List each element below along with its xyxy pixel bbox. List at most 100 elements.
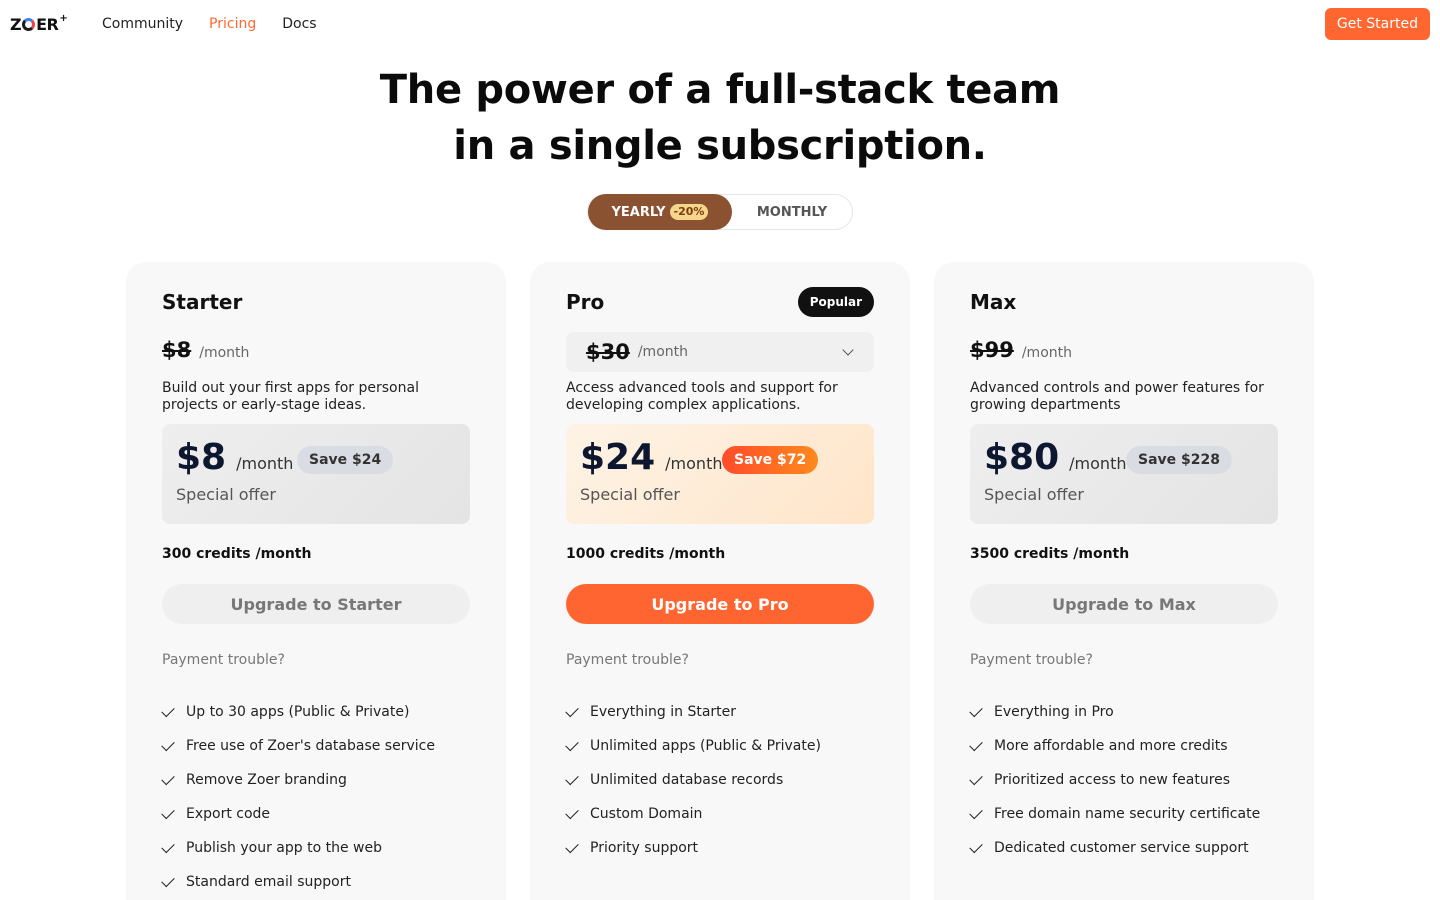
title-line-2: in a single subscription. (453, 123, 987, 169)
nav-docs[interactable]: Docs (282, 14, 316, 34)
feature-item: Priority support (565, 831, 821, 865)
offer-price-period: /month (665, 454, 723, 473)
save-badge: Save $24 (297, 446, 394, 474)
yearly-label: YEARLY (611, 204, 666, 220)
upgrade-pro-button[interactable]: Upgrade to Pro (566, 584, 874, 624)
save-badge: Save $72 (722, 446, 819, 474)
nav-pricing[interactable]: Pricing (209, 14, 256, 34)
monthly-option[interactable]: MONTHLY (732, 195, 852, 229)
original-price-period: /month (1021, 345, 1072, 361)
check-icon (969, 771, 983, 785)
credits-amount: 1000 credits /month (566, 546, 726, 562)
payment-trouble-link[interactable]: Payment trouble? (162, 651, 285, 669)
feature-item: Up to 30 apps (Public & Private) (161, 695, 435, 729)
chevron-down-icon (842, 344, 854, 356)
feature-list: Up to 30 apps (Public & Private) Free us… (161, 695, 435, 899)
upgrade-max-button[interactable]: Upgrade to Max (970, 584, 1278, 624)
offer-price: $24 /month (580, 438, 722, 478)
feature-text: Custom Domain (590, 806, 703, 822)
special-offer-box: $8 /month Save $24 Special offer (162, 424, 470, 524)
feature-item: More affordable and more credits (969, 729, 1260, 763)
check-icon (969, 839, 983, 853)
credits-amount: 3500 credits /month (970, 546, 1130, 562)
plan-description: Advanced controls and power features for… (970, 380, 1264, 413)
check-icon (161, 805, 175, 819)
offer-label: Special offer (176, 485, 276, 504)
original-price-amount: $8 (162, 338, 192, 362)
offer-label: Special offer (580, 485, 680, 504)
original-price-period: /month (637, 344, 688, 360)
original-price-amount: $30 (586, 340, 630, 364)
offer-label: Special offer (984, 485, 1084, 504)
top-nav: Z ER + Community Pricing Docs Get Started (0, 0, 1440, 48)
offer-price-amount: $24 (580, 437, 656, 478)
feature-item: Export code (161, 797, 435, 831)
feature-text: Free domain name security certificate (994, 806, 1261, 822)
feature-text: More affordable and more credits (994, 738, 1228, 754)
check-icon (565, 805, 579, 819)
plan-card-max: Max $99 /month Advanced controls and pow… (934, 262, 1314, 900)
feature-text: Export code (186, 806, 271, 822)
check-icon (565, 839, 579, 853)
check-icon (565, 737, 579, 751)
check-icon (565, 703, 579, 717)
feature-text: Unlimited apps (Public & Private) (590, 738, 821, 754)
plan-name: Max (970, 290, 1017, 314)
plan-name: Pro (566, 290, 605, 314)
feature-list: Everything in Pro More affordable and mo… (969, 695, 1261, 865)
feature-item: Prioritized access to new features (969, 763, 1260, 797)
feature-text: Priority support (590, 840, 699, 856)
feature-text: Unlimited database records (590, 772, 784, 788)
offer-price: $8 /month (176, 438, 293, 478)
feature-text: Remove Zoer branding (186, 772, 347, 788)
plan-description: Build out your first apps for personal p… (162, 380, 419, 413)
original-price-amount: $99 (970, 338, 1014, 362)
check-icon (161, 771, 175, 785)
plan-description: Access advanced tools and support for de… (566, 380, 838, 413)
feature-item: Remove Zoer branding (161, 763, 435, 797)
special-offer-box: $24 /month Save $72 Special offer (566, 424, 874, 524)
feature-item: Unlimited apps (Public & Private) (565, 729, 821, 763)
feature-text: Publish your app to the web (186, 840, 382, 856)
check-icon (969, 737, 983, 751)
main-nav: Community Pricing Docs (102, 14, 317, 34)
check-icon (161, 737, 175, 751)
payment-trouble-link[interactable]: Payment trouble? (566, 651, 689, 669)
page-title: The power of a full-stack team in a sing… (0, 62, 1440, 174)
offer-price: $80 /month (984, 438, 1126, 478)
plan-name: Starter (162, 290, 243, 314)
plan-card-pro: Pro Popular $30 /month Access advanced t… (530, 262, 910, 900)
zoer-logo[interactable]: Z ER + (10, 14, 68, 36)
feature-item: Unlimited database records (565, 763, 821, 797)
offer-price-amount: $8 (176, 437, 227, 478)
original-price-period: /month (199, 345, 250, 361)
nav-community[interactable]: Community (102, 14, 183, 34)
feature-item: Everything in Starter (565, 695, 821, 729)
feature-text: Dedicated customer service support (994, 840, 1249, 856)
feature-item: Custom Domain (565, 797, 821, 831)
feature-text: Everything in Pro (994, 704, 1114, 720)
get-started-button[interactable]: Get Started (1324, 8, 1430, 40)
feature-item: Standard email support (161, 865, 435, 899)
logo-o-icon (22, 18, 36, 31)
feature-text: Up to 30 apps (Public & Private) (186, 704, 410, 720)
special-offer-box: $80 /month Save $228 Special offer (970, 424, 1278, 524)
feature-text: Prioritized access to new features (994, 772, 1231, 788)
feature-text: Everything in Starter (590, 704, 737, 720)
check-icon (161, 873, 175, 887)
feature-item: Dedicated customer service support (969, 831, 1260, 865)
check-icon (969, 805, 983, 819)
logo-plus-icon: + (59, 13, 68, 24)
feature-item: Everything in Pro (969, 695, 1260, 729)
title-line-1: The power of a full-stack team (379, 67, 1061, 113)
payment-trouble-link[interactable]: Payment trouble? (970, 651, 1093, 669)
logo-text: Z ER (10, 15, 59, 34)
check-icon (969, 703, 983, 717)
upgrade-starter-button[interactable]: Upgrade to Starter (162, 584, 470, 624)
yearly-option[interactable]: YEARLY -20% (588, 194, 732, 230)
discount-badge: -20% (669, 204, 709, 220)
save-badge: Save $228 (1126, 446, 1232, 474)
feature-item: Free domain name security certificate (969, 797, 1261, 831)
price-dropdown[interactable]: $30 /month (566, 332, 874, 372)
popular-badge: Popular (797, 287, 874, 317)
